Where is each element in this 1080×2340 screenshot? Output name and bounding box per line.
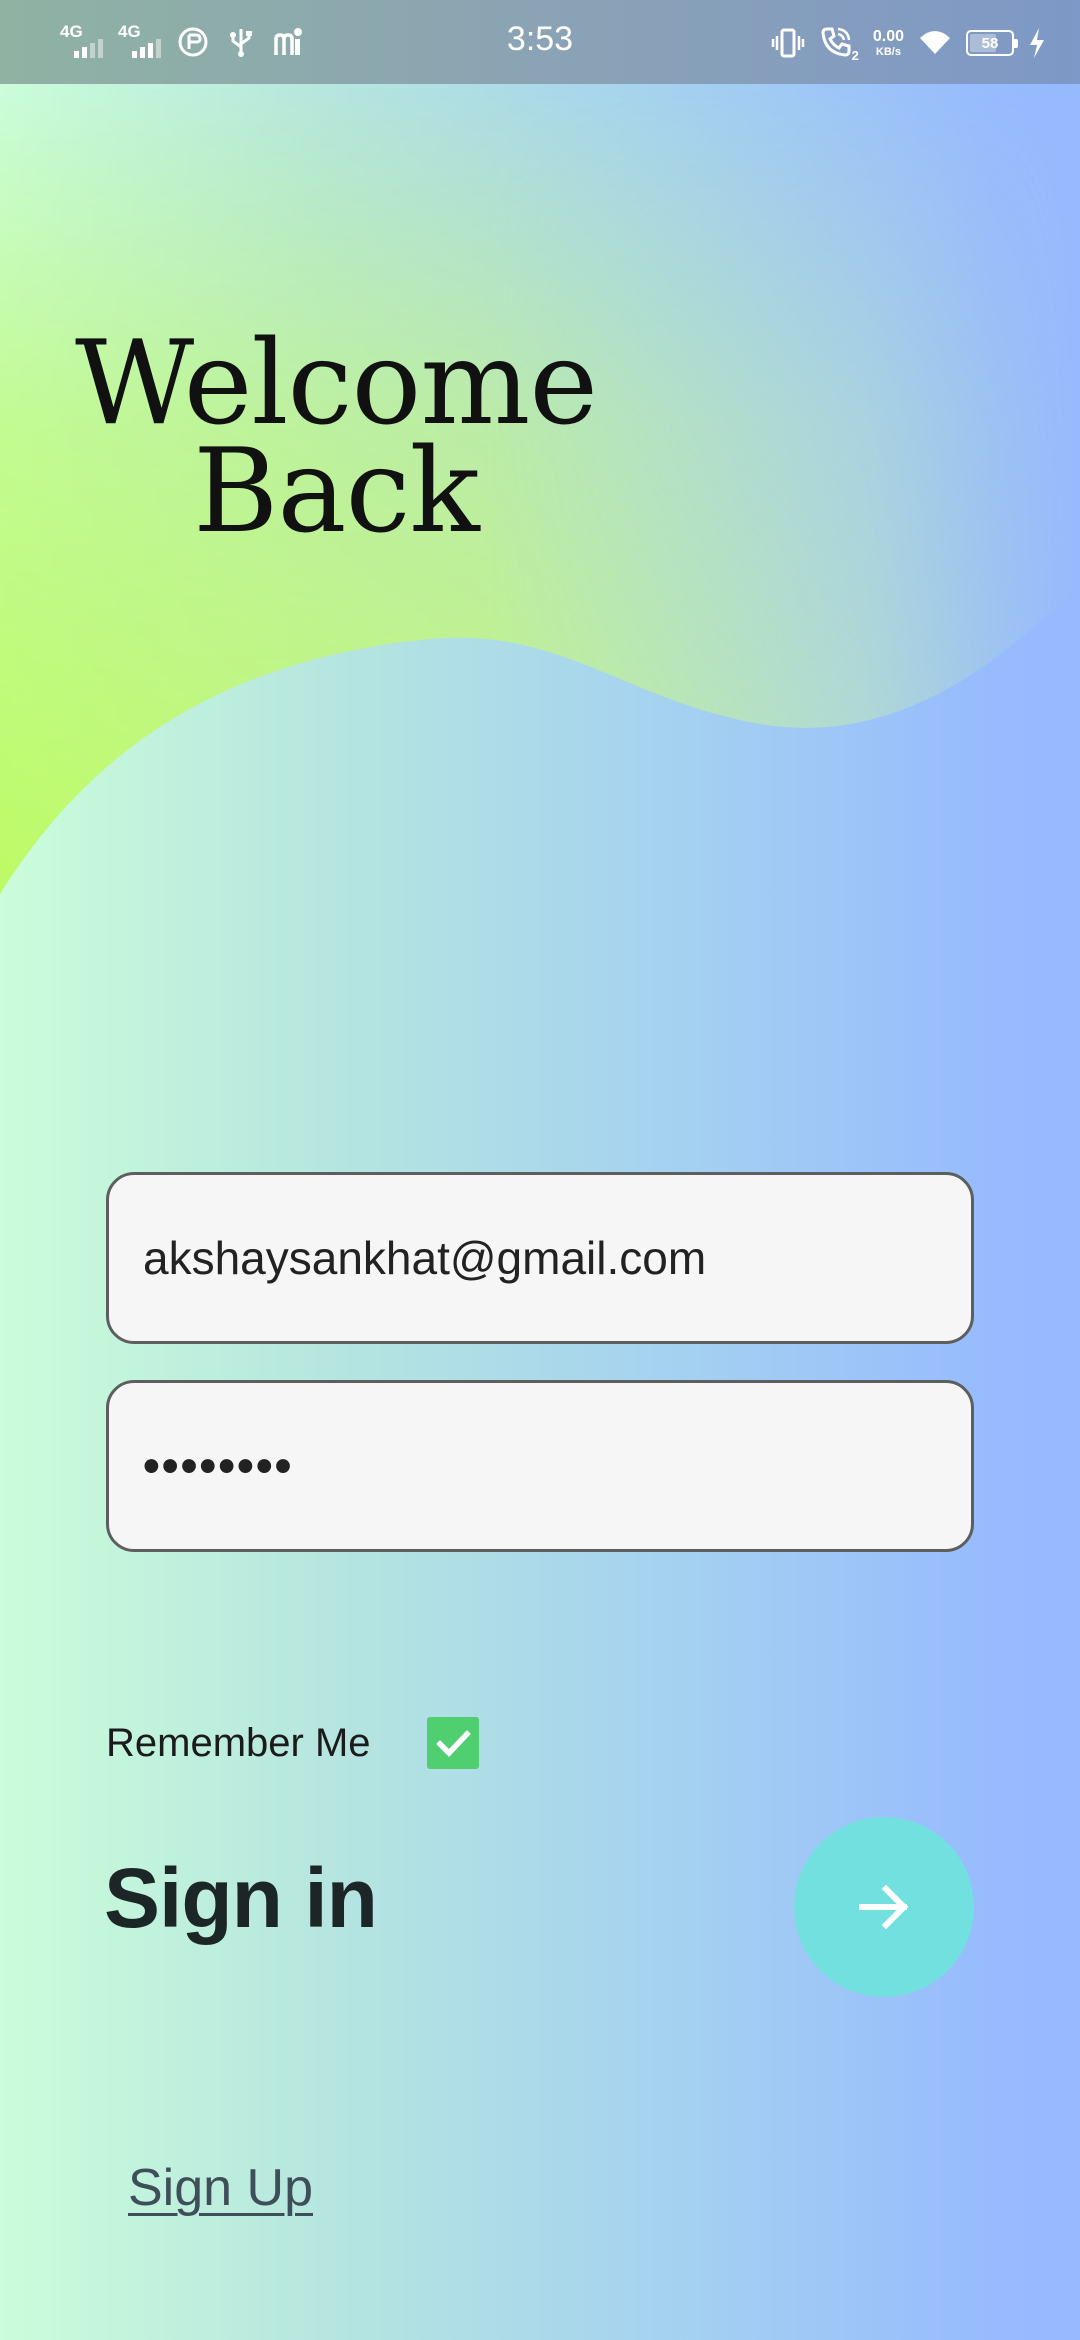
status-bar: 4G 4G 3:53 2 0.00 KB/s 58 xyxy=(0,0,1080,84)
password-field[interactable]: •••••••• xyxy=(106,1380,974,1552)
call-sim-number: 2 xyxy=(851,48,859,63)
welcome-line-2: Back xyxy=(193,424,480,559)
sign-up-link[interactable]: Sign Up xyxy=(128,2158,313,2218)
data-speed: 0.00 KB/s xyxy=(872,27,904,58)
check-icon xyxy=(436,1730,471,1757)
vibrate-icon xyxy=(771,28,805,58)
arrow-right-icon xyxy=(859,1884,909,1930)
phone-icon xyxy=(821,27,851,57)
call-icon: 2 xyxy=(819,25,859,63)
welcome-line-1: Welcome xyxy=(75,316,598,451)
remember-me-label: Remember Me xyxy=(106,1720,371,1765)
battery-icon: 58 xyxy=(966,30,1018,56)
status-right-icons: 2 0.00 KB/s 58 xyxy=(771,20,1046,66)
password-value: •••••••• xyxy=(143,1439,294,1493)
wifi-icon xyxy=(920,31,950,54)
sign-in-button[interactable] xyxy=(794,1817,974,1997)
email-field[interactable]: akshaysankhat@gmail.com xyxy=(106,1172,974,1344)
email-value: akshaysankhat@gmail.com xyxy=(143,1232,707,1284)
remember-me-checkbox[interactable] xyxy=(427,1717,479,1769)
charging-icon xyxy=(1030,28,1044,58)
remember-me-row: Remember Me xyxy=(106,1710,371,1776)
sign-in-title: Sign in xyxy=(104,1851,378,1945)
welcome-heading: Welcome Back xyxy=(56,316,616,559)
